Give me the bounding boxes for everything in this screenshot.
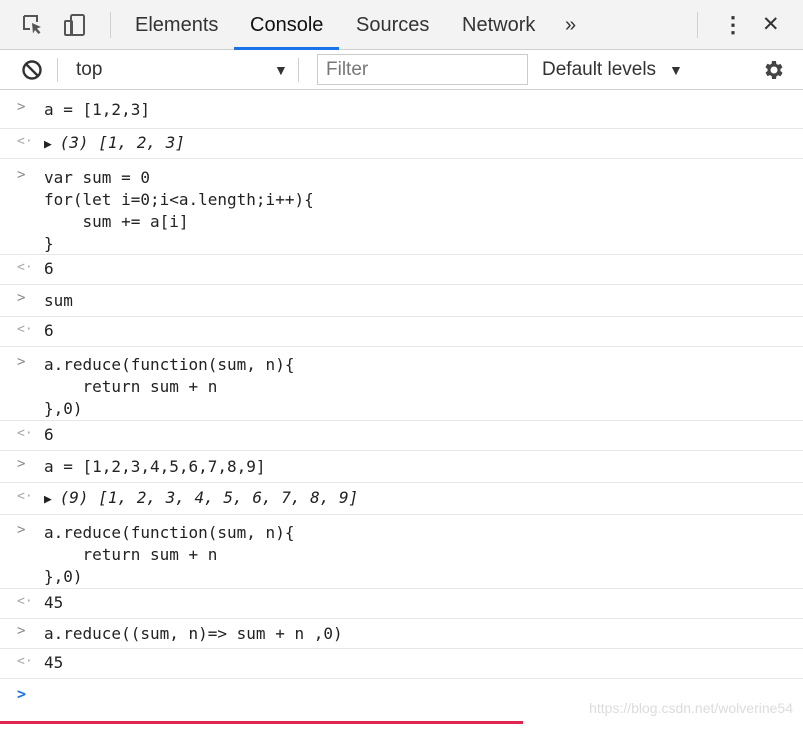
- filter-divider: [298, 58, 299, 82]
- result-arrow-icon: <·: [17, 654, 33, 669]
- result-arrow-icon: <·: [17, 594, 33, 609]
- input-prompt-icon: >: [17, 354, 26, 370]
- input-prompt-icon: >: [17, 522, 26, 538]
- result-arrow-icon: <·: [17, 134, 33, 149]
- console-input-row: > a = [1,2,3]: [0, 91, 803, 129]
- device-toolbar-icon[interactable]: [60, 10, 90, 40]
- context-selector[interactable]: top: [76, 50, 102, 90]
- console-filter-bar: top ▼ Default levels ▼: [0, 50, 803, 90]
- log-levels-dropdown[interactable]: Default levels: [542, 50, 656, 90]
- page-bottom-bar: [0, 721, 523, 724]
- result-expand-row: ▶ (3) [1, 2, 3]: [44, 132, 185, 156]
- result-arrow-icon: <·: [17, 260, 33, 275]
- context-dropdown-icon[interactable]: ▼: [274, 50, 288, 90]
- console-input-code: a = [1,2,3,4,5,6,7,8,9]: [44, 457, 266, 476]
- console-result-row: <· 6: [0, 421, 803, 451]
- console-result-value[interactable]: (3) [1, 2, 3]: [60, 133, 185, 152]
- tab-console[interactable]: Console: [233, 0, 340, 50]
- console-input-row: > a.reduce(function(sum, n){ return sum …: [0, 515, 803, 589]
- expand-triangle-icon[interactable]: ▶: [44, 137, 60, 152]
- console-result-row: <· 6: [0, 317, 803, 347]
- console-result-value: 6: [44, 425, 54, 444]
- result-expand-row: ▶ (9) [1, 2, 3, 4, 5, 6, 7, 8, 9]: [44, 487, 358, 511]
- prompt-caret-icon: >: [17, 685, 27, 703]
- console-output: > a = [1,2,3] <· ▶ (3) [1, 2, 3] > var s…: [0, 91, 803, 703]
- console-input-row: > a.reduce((sum, n)=> sum + n ,0): [0, 619, 803, 649]
- console-input-code: sum: [44, 291, 73, 310]
- watermark: https://blog.csdn.net/wolverine54: [589, 700, 793, 716]
- console-result-value[interactable]: (9) [1, 2, 3, 4, 5, 6, 7, 8, 9]: [60, 488, 359, 507]
- input-prompt-icon: >: [17, 290, 26, 306]
- input-prompt-icon: >: [17, 623, 26, 639]
- clear-console-icon[interactable]: [20, 58, 44, 82]
- tab-elements[interactable]: Elements: [133, 0, 220, 50]
- kebab-menu-icon[interactable]: ⋮: [722, 0, 744, 50]
- console-result-row: <· 45: [0, 649, 803, 679]
- more-tabs-icon[interactable]: »: [565, 0, 576, 50]
- console-input-code: a.reduce(function(sum, n){ return sum + …: [44, 523, 295, 586]
- filter-input[interactable]: [317, 54, 528, 85]
- console-result-value: 45: [44, 653, 64, 672]
- console-input-code: a.reduce((sum, n)=> sum + n ,0): [44, 624, 343, 643]
- tab-sources[interactable]: Sources: [354, 0, 431, 50]
- console-input-code: a = [1,2,3]: [44, 100, 150, 119]
- toolbar-divider: [110, 12, 111, 38]
- input-prompt-icon: >: [17, 167, 26, 183]
- console-input-code: var sum = 0 for(let i=0;i<a.length;i++){…: [44, 168, 314, 253]
- console-result-value: 6: [44, 259, 54, 278]
- console-result-row: <· ▶ (3) [1, 2, 3]: [0, 129, 803, 159]
- devtools-toolbar: Elements Console Sources Network » ⋮ ✕: [0, 0, 803, 50]
- result-arrow-icon: <·: [17, 489, 33, 504]
- console-input-code: a.reduce(function(sum, n){ return sum + …: [44, 355, 295, 418]
- tab-network[interactable]: Network: [460, 0, 537, 50]
- result-arrow-icon: <·: [17, 426, 33, 441]
- expand-triangle-icon[interactable]: ▶: [44, 492, 60, 507]
- console-input-row: > a.reduce(function(sum, n){ return sum …: [0, 347, 803, 421]
- input-prompt-icon: >: [17, 99, 26, 115]
- toolbar-divider: [697, 12, 698, 38]
- console-input-row: > var sum = 0 for(let i=0;i<a.length;i++…: [0, 159, 803, 255]
- console-input-row: > sum: [0, 285, 803, 317]
- inspect-element-icon[interactable]: [18, 10, 48, 40]
- console-input-row: > a = [1,2,3,4,5,6,7,8,9]: [0, 451, 803, 483]
- result-arrow-icon: <·: [17, 322, 33, 337]
- console-result-row: <· 45: [0, 589, 803, 619]
- input-prompt-icon: >: [17, 456, 26, 472]
- filter-divider: [57, 58, 58, 82]
- close-icon[interactable]: ✕: [762, 0, 780, 50]
- levels-dropdown-icon[interactable]: ▼: [669, 50, 683, 90]
- console-result-value: 6: [44, 321, 54, 340]
- gear-icon[interactable]: [761, 58, 785, 82]
- console-result-row: <· ▶ (9) [1, 2, 3, 4, 5, 6, 7, 8, 9]: [0, 483, 803, 515]
- console-result-row: <· 6: [0, 255, 803, 285]
- console-result-value: 45: [44, 593, 64, 612]
